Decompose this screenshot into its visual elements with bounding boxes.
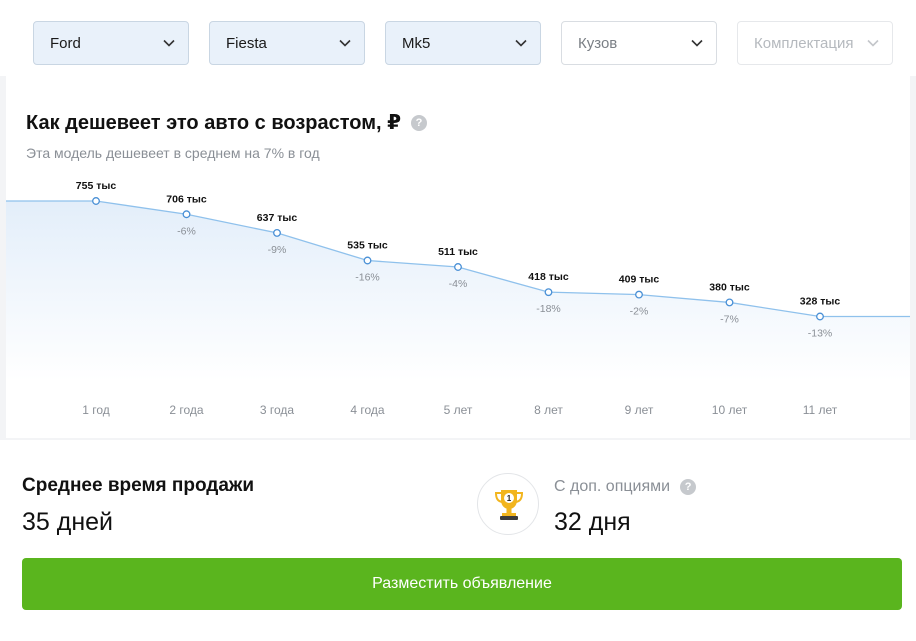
chart-value-label: 418 тыс [528,271,569,283]
trophy-badge: 1 [477,473,539,535]
post-ad-button[interactable]: Разместить объявление [22,558,902,610]
options-sale-time-value: 32 дня [554,508,631,536]
chart-x-tick-label: 3 года [260,403,295,417]
avg-sale-time-value: 35 дней [22,508,114,536]
chart-point [725,298,734,307]
chart-value-label: 535 тыс [347,240,388,252]
depreciation-chart: 755 тыс 1 год 706 тыс -6% 2 года 637 тыс -9% 3 … [6,180,910,417]
chart-x-tick-label: 9 лет [625,403,654,417]
chart-x-tick-label: 1 год [82,403,110,417]
chart-change-label: -7% [720,313,739,325]
chart-x-tick-label: 4 года [350,403,385,417]
chart-value-label: 380 тыс [709,281,750,293]
chart-change-label: -4% [449,278,468,290]
model-select[interactable]: Fiesta [209,21,365,65]
model-select-value: Fiesta [226,34,267,52]
chevron-down-icon [163,39,175,47]
depreciation-card: Как дешевеет это авто с возрастом, ₽ ? Э… [6,76,910,438]
chart-value-label: 637 тыс [257,212,298,224]
chart-point [182,210,191,219]
avg-sale-time-label: Среднее время продажи [22,475,255,496]
body-select-placeholder: Кузов [578,34,618,52]
chart-point [816,312,824,321]
trophy-number: 1 [507,494,512,503]
chart-value-label: 706 тыс [166,193,207,205]
chart-x-tick-label: 11 лет [803,403,838,417]
chart-point [363,256,372,265]
options-sale-time-label: С доп. опциями ? [554,478,697,496]
chart-value-label: 328 тыс [800,296,841,308]
chart-x-tick-label: 5 лет [444,403,473,417]
chevron-down-icon [515,39,527,47]
generation-select[interactable]: Mk5 [385,21,541,65]
trophy-icon: 1 [494,490,524,520]
chart-x-tick-label: 10 лет [712,403,748,417]
help-icon[interactable]: ? [680,479,697,495]
chart-change-label: -6% [177,225,196,237]
chart-point [544,288,553,297]
body-select[interactable]: Кузов [561,21,717,65]
chart-point [92,197,100,205]
trim-select-placeholder: Комплектация [754,34,854,52]
chart-change-label: -2% [630,306,649,318]
chart-change-label: -13% [808,328,833,340]
trim-select[interactable]: Комплектация [737,21,893,65]
chart-x-tick-label: 2 года [169,403,204,417]
chart-point [635,290,643,299]
chart-value-label: 755 тыс [76,180,117,192]
chart-value-label: 511 тыс [438,246,478,258]
chevron-down-icon [867,39,879,47]
chevron-down-icon [339,39,351,47]
make-select[interactable]: Ford [33,21,189,65]
chevron-down-icon [691,39,703,47]
chart-change-label: -9% [268,244,287,256]
chart-point [273,228,281,237]
chart-x-tick-label: 8 лет [534,403,563,417]
sale-time-section: Среднее время продажи 35 дней 1 С доп. о… [0,440,916,641]
chart-change-label: -16% [355,272,380,284]
filter-bar: Ford Fiesta Mk5 Кузов Комплектация [0,0,916,76]
chart-value-label: 409 тыс [619,274,660,286]
chart-area-fill [6,201,910,381]
generation-select-value: Mk5 [402,34,431,52]
chart-point [454,263,462,271]
chart-change-label: -18% [536,303,561,315]
make-select-value: Ford [50,34,81,52]
options-label-text: С доп. опциями [554,478,671,495]
